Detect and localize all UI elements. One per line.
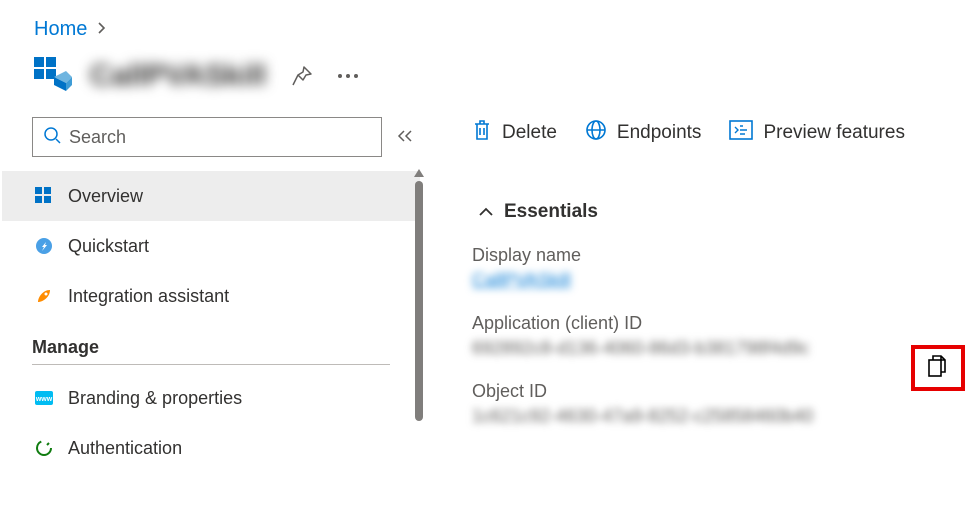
preview-icon bbox=[729, 120, 753, 146]
more-button[interactable] bbox=[334, 62, 362, 90]
copy-app-id-button[interactable] bbox=[911, 345, 965, 391]
branding-icon: www bbox=[34, 388, 54, 408]
delete-label: Delete bbox=[502, 122, 557, 144]
chevron-up-icon bbox=[478, 201, 494, 223]
preview-label: Preview features bbox=[763, 122, 905, 144]
app-id-value: 692892c8-d136-4060-86d3-b381798f4d9c bbox=[472, 338, 979, 359]
overview-icon bbox=[34, 186, 54, 206]
search-input[interactable] bbox=[69, 127, 371, 148]
pin-button[interactable] bbox=[288, 62, 316, 90]
authentication-icon bbox=[34, 438, 54, 458]
globe-icon bbox=[585, 119, 607, 147]
display-name-label: Display name bbox=[472, 245, 979, 266]
search-box[interactable] bbox=[32, 117, 382, 157]
endpoints-button[interactable]: Endpoints bbox=[585, 119, 702, 147]
object-id-label: Object ID bbox=[472, 381, 979, 402]
breadcrumb: Home bbox=[0, 0, 979, 49]
sidebar-item-overview[interactable]: Overview bbox=[2, 171, 420, 221]
sidebar-item-label: Integration assistant bbox=[68, 286, 229, 307]
sidebar-item-label: Authentication bbox=[68, 438, 182, 459]
endpoints-label: Endpoints bbox=[617, 122, 702, 144]
essentials-header-label: Essentials bbox=[504, 201, 598, 223]
sidebar-item-label: Overview bbox=[68, 186, 143, 207]
sidebar-item-label: Branding & properties bbox=[68, 388, 242, 409]
display-name-value[interactable]: CallPVASkill bbox=[472, 270, 979, 291]
title-row: CallPVASkill bbox=[0, 49, 979, 117]
rocket-icon bbox=[34, 286, 54, 306]
quickstart-icon bbox=[34, 236, 54, 256]
collapse-sidebar-button[interactable] bbox=[396, 127, 414, 148]
breadcrumb-home[interactable]: Home bbox=[34, 18, 87, 41]
trash-icon bbox=[472, 119, 492, 147]
sidebar-section-manage: Manage bbox=[32, 321, 390, 365]
copy-icon bbox=[927, 354, 949, 383]
sidebar-item-branding[interactable]: www Branding & properties bbox=[2, 373, 420, 423]
preview-features-button[interactable]: Preview features bbox=[729, 120, 905, 146]
app-registration-icon bbox=[34, 57, 72, 95]
app-id-label: Application (client) ID bbox=[472, 313, 979, 334]
sidebar: Overview Quickstart Integration assistan… bbox=[0, 117, 420, 498]
essentials-toggle[interactable]: Essentials bbox=[472, 201, 979, 223]
sidebar-item-quickstart[interactable]: Quickstart bbox=[2, 221, 420, 271]
search-icon bbox=[43, 126, 61, 149]
svg-text:www: www bbox=[35, 396, 53, 403]
chevron-right-icon bbox=[97, 21, 107, 38]
object-id-value: 1c621c92-4630-47a9-8252-c25858460b40 bbox=[472, 406, 979, 427]
sidebar-item-integration-assistant[interactable]: Integration assistant bbox=[2, 271, 420, 321]
sidebar-item-label: Quickstart bbox=[68, 236, 149, 257]
main-content: Delete Endpoints Preview features Es bbox=[420, 117, 979, 498]
delete-button[interactable]: Delete bbox=[472, 119, 557, 147]
page-title: CallPVASkill bbox=[90, 59, 266, 93]
sidebar-item-authentication[interactable]: Authentication bbox=[2, 423, 420, 473]
